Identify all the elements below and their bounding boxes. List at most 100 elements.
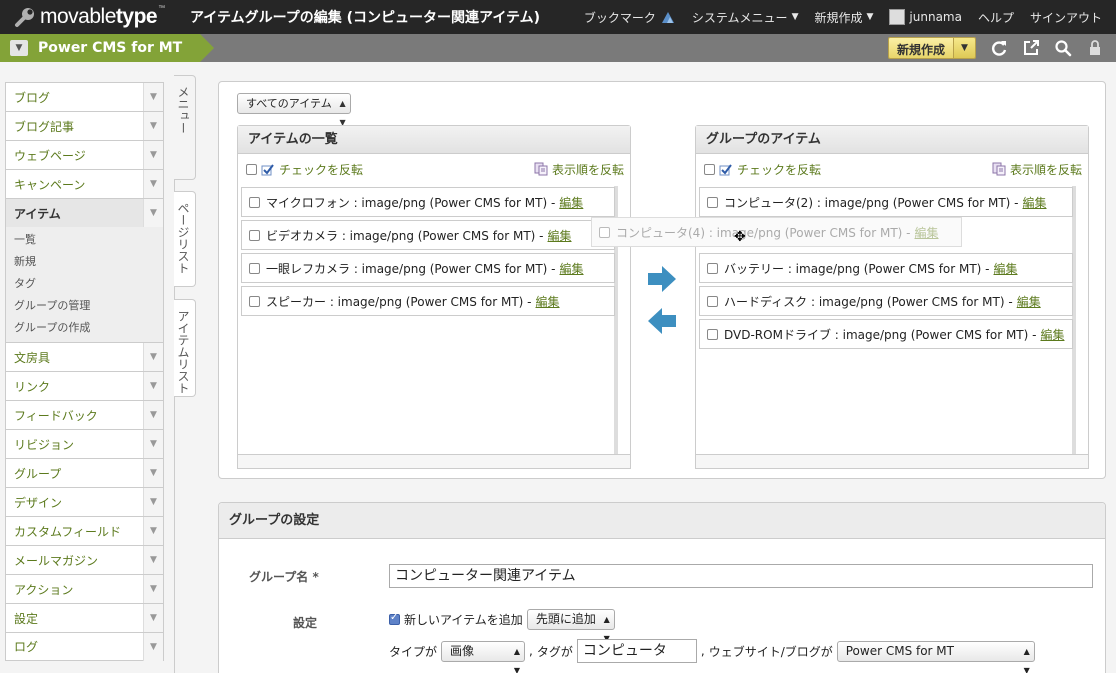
item-checkbox[interactable] (707, 328, 718, 340)
list-item[interactable]: ビデオカメラ : image/png (Power CMS for MT) - 編… (241, 220, 615, 250)
sidebar-item-item[interactable]: アイテム ▼ (5, 198, 164, 227)
sidebar-item-feedback[interactable]: フィードバック ▼ (5, 400, 164, 429)
search-icon[interactable] (1054, 39, 1072, 57)
submenu-item-create-group[interactable]: グループの作成 (6, 317, 163, 339)
system-menu[interactable]: システムメニュー ▼ (692, 9, 799, 26)
lock-icon[interactable] (1086, 39, 1104, 57)
edit-link[interactable]: 編集 (560, 260, 584, 277)
submenu-item-tag[interactable]: タグ (6, 273, 163, 295)
refresh-icon[interactable] (990, 39, 1008, 57)
sidebar-item-action[interactable]: アクション ▼ (5, 574, 164, 603)
tag-input[interactable]: コンピュータ (576, 639, 697, 663)
new-create-menu[interactable]: 新規作成 ▼ (814, 9, 873, 26)
dragging-item[interactable]: コンピュータ(4) : image/png (Power CMS for MT)… (591, 217, 962, 247)
tab-page-list[interactable]: ページリスト (174, 191, 196, 287)
item-checkbox[interactable] (249, 262, 260, 274)
group-item-list-box: グループのアイテム チェックを反転 表示順を反転 コンピュータ(2) : ima… (695, 125, 1089, 469)
horizontal-scrollbar[interactable] (238, 454, 630, 468)
arrow-right-icon[interactable] (647, 265, 677, 293)
sidebar-item-link[interactable]: リンク ▼ (5, 371, 164, 400)
chevron-down-icon[interactable]: ▼ (143, 83, 163, 111)
item-checkbox[interactable] (707, 295, 718, 307)
list-item[interactable]: ハードディスク : image/png (Power CMS for MT) -… (699, 286, 1073, 316)
submenu-item-manage-groups[interactable]: グループの管理 (6, 295, 163, 317)
item-checkbox[interactable] (249, 295, 260, 307)
edit-link[interactable]: 編集 (548, 227, 572, 244)
chevron-down-icon[interactable]: ▼ (143, 488, 163, 516)
edit-link[interactable]: 編集 (559, 194, 583, 211)
list-item[interactable]: マイクロフォン : image/png (Power CMS for MT) -… (241, 187, 615, 217)
site-select[interactable]: Power CMS for MT ▲ ▼ (836, 640, 1035, 673)
signout-link[interactable]: サインアウト (1030, 9, 1102, 26)
list-item[interactable]: コンピュータ(2) : image/png (Power CMS for MT)… (699, 187, 1073, 217)
item-checkbox[interactable] (707, 196, 718, 208)
sidebar-item-settings[interactable]: 設定 ▼ (5, 603, 164, 632)
sidebar-item-custom-field[interactable]: カスタムフィールド ▼ (5, 516, 164, 545)
sidebar-item-stationery[interactable]: 文房具 ▼ (5, 342, 164, 371)
sort-toggle-button[interactable]: 表示順を反転 (534, 161, 624, 178)
chevron-down-icon[interactable]: ▼ (143, 141, 163, 169)
sidebar-item-revision[interactable]: リビジョン ▼ (5, 429, 164, 458)
chevron-down-icon[interactable]: ▼ (143, 575, 163, 603)
arrow-left-icon[interactable] (647, 307, 677, 335)
sidebar-item-webpage[interactable]: ウェブページ ▼ (5, 140, 164, 169)
edit-link[interactable]: 編集 (1023, 194, 1047, 211)
sidebar-item-group[interactable]: グループ ▼ (5, 458, 164, 487)
list-item[interactable]: DVD-ROMドライブ : image/png (Power CMS for M… (699, 319, 1073, 349)
chevron-down-icon[interactable]: ▼ (10, 40, 28, 56)
chevron-down-icon[interactable]: ▼ (143, 546, 163, 574)
item-checkbox[interactable] (707, 262, 718, 274)
sidebar-item-blog[interactable]: ブログ ▼ (5, 82, 164, 111)
select-all-checkbox[interactable] (246, 163, 257, 175)
type-select[interactable]: 画像 ▲ ▼ (441, 640, 526, 673)
dragging-item-text: コンピュータ(4) : image/png (Power CMS for MT)… (616, 225, 911, 240)
bookmark-menu[interactable]: ブックマーク (584, 9, 676, 26)
chevron-down-icon[interactable]: ▼ (143, 401, 163, 429)
sidebar-item-design[interactable]: デザイン ▼ (5, 487, 164, 516)
list-item[interactable]: バッテリー : image/png (Power CMS for MT) - 編集 (699, 253, 1073, 283)
select-all-checkbox[interactable] (704, 163, 715, 175)
chevron-down-icon[interactable]: ▼ (143, 517, 163, 545)
help-link[interactable]: ヘルプ (978, 9, 1014, 26)
item-list-scroll-area[interactable]: マイクロフォン : image/png (Power CMS for MT) -… (240, 186, 618, 454)
chevron-down-icon[interactable]: ▼ (143, 199, 163, 227)
chevron-down-icon[interactable]: ▼ (143, 170, 163, 198)
edit-link[interactable]: 編集 (1040, 326, 1064, 343)
chevron-down-icon[interactable]: ▼ (143, 372, 163, 400)
sidebar-item-mail-magazine[interactable]: メールマガジン ▼ (5, 545, 164, 574)
chevron-down-icon[interactable]: ▼ (143, 632, 163, 661)
check-toggle-button[interactable]: チェックを反転 (704, 161, 821, 178)
sidebar-item-campaign[interactable]: キャンペーン ▼ (5, 169, 164, 198)
add-position-select[interactable]: 先頭に追加▲▼ (526, 609, 615, 643)
add-new-item-checkbox[interactable] (389, 612, 400, 625)
horizontal-scrollbar[interactable] (696, 454, 1088, 468)
item-checkbox[interactable] (249, 196, 260, 208)
tab-item-list[interactable]: アイテムリスト (174, 299, 196, 397)
submenu-item-list[interactable]: 一覧 (6, 229, 163, 251)
sidebar-item-entry[interactable]: ブログ記事 ▼ (5, 111, 164, 140)
submenu-item-new[interactable]: 新規 (6, 251, 163, 273)
list-item[interactable]: 一眼レフカメラ : image/png (Power CMS for MT) -… (241, 253, 615, 283)
chevron-down-icon[interactable]: ▼ (143, 343, 163, 371)
chevron-down-icon[interactable]: ▼ (143, 430, 163, 458)
item-filter-select[interactable]: すべてのアイテム ▲ ▼ (237, 93, 351, 127)
sidebar-item-log[interactable]: ログ ▼ (5, 632, 164, 661)
edit-link[interactable]: 編集 (1017, 293, 1041, 310)
tab-menu[interactable]: メニュー (174, 75, 196, 180)
new-create-button[interactable]: 新規作成 ▼ (887, 37, 976, 59)
movabletype-logo[interactable]: movabletype™ (0, 5, 190, 29)
edit-link[interactable]: 編集 (536, 293, 560, 310)
blog-selector[interactable]: ▼ Power CMS for MT (0, 34, 215, 62)
group-name-input[interactable]: コンピューター関連アイテム (389, 564, 1093, 588)
edit-link[interactable]: 編集 (994, 260, 1018, 277)
external-link-icon[interactable] (1022, 39, 1040, 57)
item-checkbox[interactable] (249, 229, 260, 241)
chevron-down-icon[interactable]: ▼ (143, 459, 163, 487)
chevron-down-icon[interactable]: ▼ (143, 112, 163, 140)
chevron-down-icon[interactable]: ▼ (143, 604, 163, 632)
check-toggle-button[interactable]: チェックを反転 (246, 161, 363, 178)
list-item[interactable]: スピーカー : image/png (Power CMS for MT) - 編集 (241, 286, 615, 316)
chevron-down-icon[interactable]: ▼ (953, 38, 975, 58)
user-menu[interactable]: junnama (889, 9, 962, 25)
sort-toggle-button[interactable]: 表示順を反転 (992, 161, 1082, 178)
